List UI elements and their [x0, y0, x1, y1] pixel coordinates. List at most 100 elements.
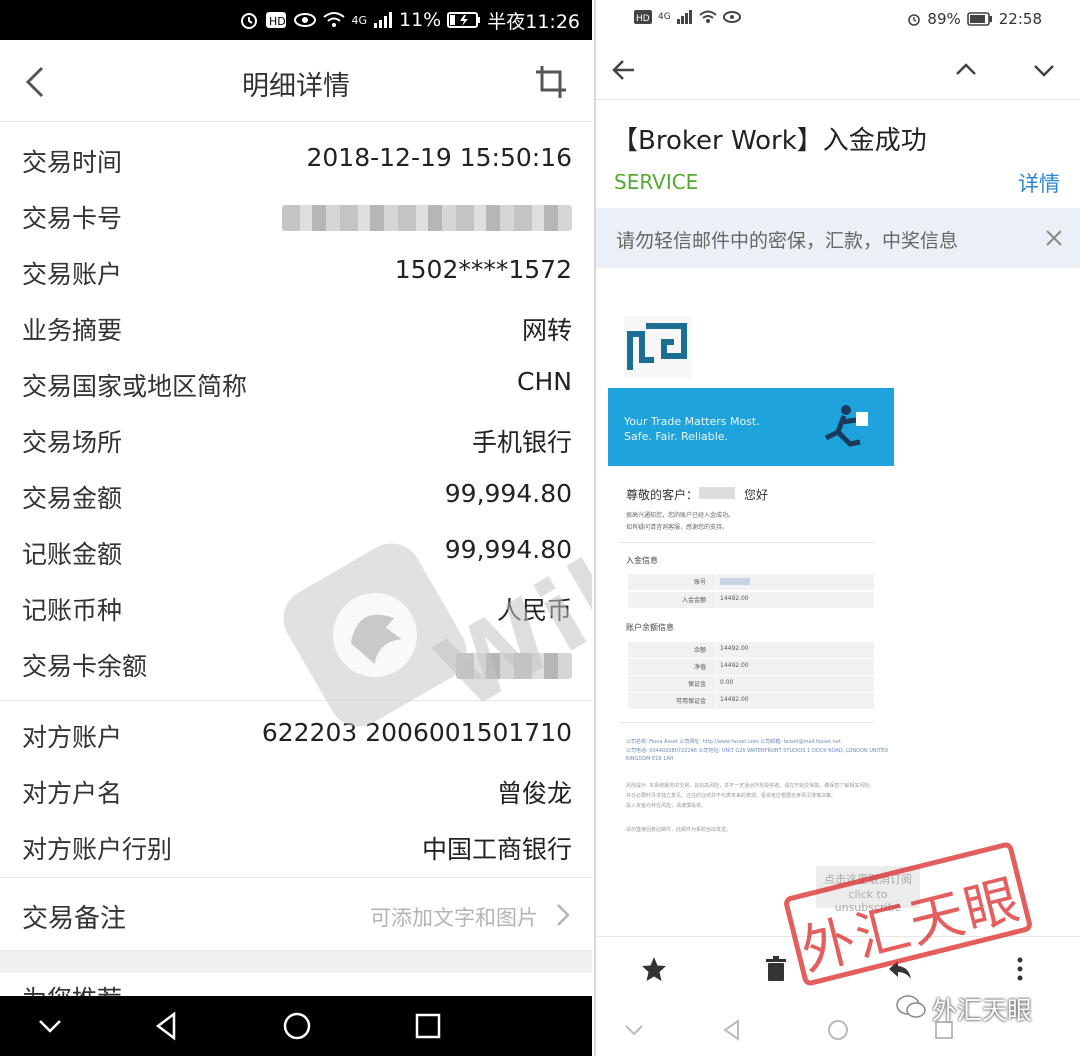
greeting-prefix: 尊敬的客户：: [626, 488, 699, 502]
row-key: 入金金额: [681, 597, 706, 604]
table-row: 账号: [628, 574, 874, 590]
eye-icon: [294, 13, 317, 27]
crop-icon[interactable]: [532, 62, 570, 102]
row-key: 净值: [693, 664, 706, 671]
hd-icon: HD: [634, 10, 652, 24]
detail-row: 交易金额 99,994.80: [0, 469, 592, 525]
mail-subject: 【Broker Work】入金成功: [612, 126, 927, 156]
row-value: 0.00: [720, 679, 734, 686]
chevron-down-icon[interactable]: [34, 1010, 66, 1042]
detail-row: 业务摘要 网转: [0, 301, 592, 357]
row-key: 可用保证金: [675, 698, 706, 705]
redacted-card-number: [282, 205, 572, 231]
risk-warning-line: 投入资金均存在风险，请谨慎投资。: [626, 803, 707, 809]
detail-row: 交易国家或地区简称 CHN: [0, 357, 592, 413]
wechat-bubble-icon: [896, 995, 926, 1018]
row-value: 曾俊龙: [496, 779, 572, 808]
intro-line: 很高兴通知您，您的账户已经入金成功。: [626, 512, 735, 519]
row-value: 99,994.80: [444, 479, 572, 508]
row-label: 对方账户: [22, 723, 123, 752]
row-label: 交易金额: [22, 484, 123, 513]
wifi-icon: [699, 10, 717, 23]
back-arrow-icon[interactable]: [610, 56, 638, 84]
more-vertical-icon[interactable]: [1006, 955, 1034, 983]
alarm-icon: [908, 14, 921, 26]
row-value: 14492.00: [720, 645, 749, 652]
battery-percent: 11%: [399, 9, 442, 31]
intro-line: 如有疑问请咨询客服，感谢您的支持。: [626, 524, 729, 531]
hd-icon: HD: [266, 12, 287, 28]
running-man-icon: [824, 405, 868, 447]
status-bar: HD 4G 89% 22:58: [596, 0, 1080, 38]
row-key: 保证金: [687, 681, 706, 688]
chevron-right-icon: [557, 904, 570, 926]
row-label: 交易场所: [22, 428, 123, 457]
row-label: 记账币种: [22, 596, 123, 625]
nav-recents-icon[interactable]: [412, 1010, 444, 1042]
detail-row: 交易时间 2018-12-19 15:50:16: [0, 133, 592, 189]
redacted-account: [720, 578, 750, 585]
brand-watermark: 外汇天眼: [932, 996, 1033, 1025]
row-value: 1502****1572: [394, 255, 572, 284]
note-label: 交易备注: [22, 904, 127, 934]
transaction-note-row[interactable]: 交易备注 可添加文字和图片: [0, 877, 592, 951]
nav-home-icon[interactable]: [826, 1018, 850, 1042]
detail-row: 交易账户 1502****1572: [0, 245, 592, 301]
battery-icon: [966, 12, 992, 26]
clock: 22:58: [998, 10, 1042, 28]
close-icon[interactable]: [1044, 228, 1064, 248]
row-value: 手机银行: [471, 428, 572, 457]
divider: [620, 722, 874, 723]
trash-icon[interactable]: [762, 955, 790, 983]
row-label: 对方账户行别: [22, 835, 173, 864]
risk-warning-line: 并在必要时寻求独立意见。过往的业绩并不代表未来的表现。投资者应根据自身情况谨慎决…: [626, 793, 837, 799]
chevron-down-icon[interactable]: [1030, 56, 1058, 84]
alarm-icon: [241, 13, 258, 29]
android-nav-bar: [0, 996, 592, 1056]
deposit-section-title: 入金信息: [626, 556, 658, 565]
detail-row: 交易场所 手机银行: [0, 413, 592, 469]
clock: 半夜11:26: [487, 10, 580, 33]
row-value: 中国工商银行: [421, 835, 572, 864]
footer-address-line: 公司电话: 004402080722246 公司地址: UNIT G25 WAT…: [626, 748, 889, 754]
wifi-icon: [323, 12, 346, 27]
detail-row: 记账金额 99,994.80: [0, 525, 592, 581]
nav-home-icon[interactable]: [281, 1010, 313, 1042]
balance-section-title: 账户余额信息: [626, 623, 674, 632]
row-value: 14492.00: [720, 662, 749, 669]
table-row: 保证金 0.00: [628, 676, 874, 692]
row-value: 14492.00: [720, 696, 749, 703]
redacted-customer-name: [699, 487, 735, 499]
row-label: 交易卡余额: [22, 652, 148, 681]
row-label: 交易卡号: [22, 204, 123, 233]
note-placeholder: 可添加文字和图片: [370, 906, 538, 930]
page-title: 明细详情: [242, 71, 350, 102]
banner-slogan: Your Trade Matters Most.: [624, 415, 760, 428]
row-key: 账号: [693, 579, 706, 586]
row-value: 622203 2006001501710: [261, 718, 572, 747]
chevron-down-icon[interactable]: [622, 1018, 646, 1042]
security-warning-bar: 请勿轻信邮件中的密保，汇款，中奖信息: [596, 208, 1080, 268]
section-gap: [0, 951, 592, 973]
divider: [620, 542, 874, 543]
row-value: CHN: [517, 367, 572, 396]
row-key: 余额: [693, 647, 706, 654]
detail-row: 对方账户行别 中国工商银行: [0, 820, 592, 876]
nav-back-icon[interactable]: [150, 1010, 182, 1042]
mail-sender[interactable]: SERVICE: [614, 170, 698, 194]
risk-warning-line: 风险提示: 本系统服务的交易，具有高风险，并不一定适合所有投资者。请在开始交易前…: [626, 783, 875, 789]
chevron-up-icon[interactable]: [952, 56, 980, 84]
table-row: 入金金额 14492.00: [628, 592, 874, 608]
nav-back-icon[interactable]: [720, 1018, 744, 1042]
table-row: 净值 14492.00: [628, 659, 874, 675]
network-type: 4G: [658, 12, 671, 22]
row-value: 2018-12-19 15:50:16: [306, 143, 572, 172]
row-label: 记账金额: [22, 540, 123, 569]
details-link[interactable]: 详情: [1018, 168, 1060, 198]
eye-icon: [722, 11, 741, 23]
app-header: 明细详情: [0, 40, 592, 122]
star-icon[interactable]: [640, 955, 668, 983]
banner-tagline: Safe. Fair. Reliable.: [624, 430, 729, 443]
promo-banner: Your Trade Matters Most. Safe. Fair. Rel…: [608, 388, 894, 466]
row-value: 网转: [521, 316, 572, 345]
